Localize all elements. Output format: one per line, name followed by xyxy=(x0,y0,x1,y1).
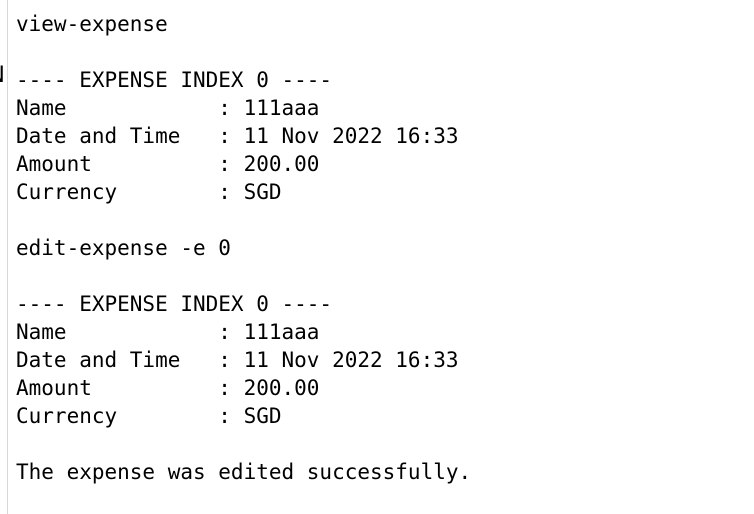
expense-datetime-row: Date and Time : 11 Nov 2022 16:33 xyxy=(16,348,459,372)
command-line: view-expense xyxy=(16,12,168,36)
expense-currency-row: Currency : SGD xyxy=(16,180,282,204)
success-message: The expense was edited successfully. xyxy=(16,460,472,484)
clipped-text-fragment: N xyxy=(0,62,4,90)
expense-datetime-row: Date and Time : 11 Nov 2022 16:33 xyxy=(16,124,459,148)
expense-name-row: Name : 111aaa xyxy=(16,320,320,344)
expense-name-row: Name : 111aaa xyxy=(16,96,320,120)
expense-amount-row: Amount : 200.00 xyxy=(16,376,320,400)
expense-amount-row: Amount : 200.00 xyxy=(16,152,320,176)
terminal-output[interactable]: view-expense ---- EXPENSE INDEX 0 ---- N… xyxy=(16,10,746,486)
expense-header: ---- EXPENSE INDEX 0 ---- xyxy=(16,292,333,316)
window-edge-divider xyxy=(7,0,8,514)
expense-currency-row: Currency : SGD xyxy=(16,404,282,428)
command-line: edit-expense -e 0 xyxy=(16,236,231,260)
expense-header: ---- EXPENSE INDEX 0 ---- xyxy=(16,68,333,92)
